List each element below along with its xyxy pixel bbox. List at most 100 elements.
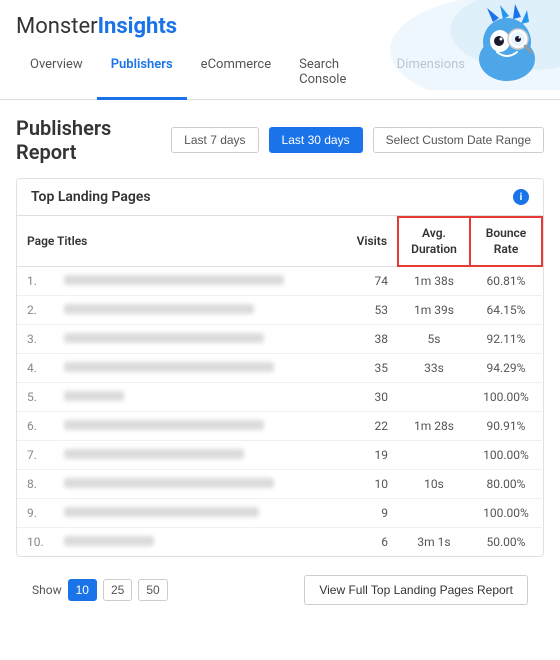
- duration-cell: 10s: [398, 470, 470, 499]
- logo: MonsterInsights: [16, 14, 177, 39]
- table-row: 1. 741m 38s60.81%: [17, 266, 542, 296]
- col-avg-duration: Avg. Duration: [398, 217, 470, 266]
- col-page-titles: Page Titles: [17, 217, 333, 266]
- visits-cell: 6: [333, 528, 398, 557]
- bounce-cell: 94.29%: [470, 354, 542, 383]
- visits-cell: 53: [333, 296, 398, 325]
- blurred-title: [64, 478, 274, 488]
- show-25-button[interactable]: 25: [103, 579, 132, 601]
- table-section-title: Top Landing Pages: [31, 189, 151, 205]
- show-50-button[interactable]: 50: [138, 579, 167, 601]
- col-visits: Visits: [333, 217, 398, 266]
- landing-pages-table: Page Titles Visits Avg. Duration Bounce …: [17, 216, 543, 556]
- blurred-title: [64, 275, 284, 285]
- row-number: 5.: [17, 383, 54, 412]
- page-title-cell: [54, 470, 333, 499]
- row-number: 7.: [17, 441, 54, 470]
- last-7-days-button[interactable]: Last 7 days: [171, 127, 258, 153]
- header: MonsterInsights: [0, 0, 560, 47]
- report-title: Publishers Report: [16, 116, 161, 164]
- custom-date-button[interactable]: Select Custom Date Range: [373, 127, 544, 153]
- blurred-title: [64, 333, 264, 343]
- row-number: 1.: [17, 266, 54, 296]
- visits-cell: 38: [333, 325, 398, 354]
- page-title-cell: [54, 266, 333, 296]
- row-number: 8.: [17, 470, 54, 499]
- table-row: 4. 3533s94.29%: [17, 354, 542, 383]
- bounce-cell: 92.11%: [470, 325, 542, 354]
- table-header-row: Page Titles Visits Avg. Duration Bounce …: [17, 217, 542, 266]
- nav-publishers[interactable]: Publishers: [97, 47, 187, 100]
- logo-monster: Monster: [16, 14, 98, 39]
- visits-cell: 10: [333, 470, 398, 499]
- col-bounce-rate: Bounce Rate: [470, 217, 542, 266]
- row-number: 10.: [17, 528, 54, 557]
- last-30-days-button[interactable]: Last 30 days: [269, 127, 363, 153]
- blurred-title: [64, 449, 244, 459]
- bounce-cell: 64.15%: [470, 296, 542, 325]
- table-row: 5. 30 100.00%: [17, 383, 542, 412]
- bounce-cell: 60.81%: [470, 266, 542, 296]
- report-header: Publishers Report Last 7 days Last 30 da…: [16, 116, 544, 164]
- mascot: [465, 4, 550, 84]
- page-title-cell: [54, 528, 333, 557]
- page-title-cell: [54, 441, 333, 470]
- page-title-cell: [54, 354, 333, 383]
- visits-cell: 35: [333, 354, 398, 383]
- visits-cell: 9: [333, 499, 398, 528]
- table-footer: Show 10 25 50 View Full Top Landing Page…: [16, 565, 544, 615]
- table-row: 10. 63m 1s50.00%: [17, 528, 542, 557]
- blurred-title: [64, 507, 259, 517]
- info-icon[interactable]: i: [513, 189, 529, 205]
- bounce-cell: 90.91%: [470, 412, 542, 441]
- page-title-cell: [54, 296, 333, 325]
- table-row: 8. 1010s80.00%: [17, 470, 542, 499]
- duration-cell: 1m 28s: [398, 412, 470, 441]
- duration-cell: [398, 383, 470, 412]
- table-section-header: Top Landing Pages i: [17, 179, 543, 216]
- visits-cell: 74: [333, 266, 398, 296]
- top-landing-pages-section: Top Landing Pages i Page Titles Visits A…: [16, 178, 544, 557]
- row-number: 6.: [17, 412, 54, 441]
- page-title-cell: [54, 383, 333, 412]
- visits-cell: 22: [333, 412, 398, 441]
- main-content: Publishers Report Last 7 days Last 30 da…: [0, 100, 560, 623]
- page-title-cell: [54, 412, 333, 441]
- table-row: 9. 9 100.00%: [17, 499, 542, 528]
- blurred-title: [64, 362, 274, 372]
- table-row: 7.19100.00%: [17, 441, 542, 470]
- duration-cell: [398, 499, 470, 528]
- view-full-report-button[interactable]: View Full Top Landing Pages Report: [304, 575, 528, 605]
- show-controls: Show 10 25 50: [32, 579, 168, 601]
- duration-cell: 1m 38s: [398, 266, 470, 296]
- page-title-cell: [54, 499, 333, 528]
- bounce-cell: 100.00%: [470, 383, 542, 412]
- blurred-title: [64, 536, 154, 546]
- duration-cell: [398, 441, 470, 470]
- row-number: 9.: [17, 499, 54, 528]
- visits-cell: 30: [333, 383, 398, 412]
- table-row: 3. 385s92.11%: [17, 325, 542, 354]
- logo-insights: Insights: [98, 14, 178, 39]
- mascot-svg: [465, 4, 550, 84]
- nav-overview[interactable]: Overview: [16, 47, 97, 100]
- duration-cell: 1m 39s: [398, 296, 470, 325]
- table-row: 2. 531m 39s64.15%: [17, 296, 542, 325]
- row-number: 4.: [17, 354, 54, 383]
- row-number: 2.: [17, 296, 54, 325]
- show-label-text: Show: [32, 583, 62, 597]
- bounce-cell: 100.00%: [470, 441, 542, 470]
- blurred-title: [64, 304, 254, 314]
- blurred-title: [64, 391, 124, 401]
- show-10-button[interactable]: 10: [68, 579, 97, 601]
- duration-cell: 5s: [398, 325, 470, 354]
- duration-cell: 3m 1s: [398, 528, 470, 557]
- duration-cell: 33s: [398, 354, 470, 383]
- nav-ecommerce[interactable]: eCommerce: [187, 47, 285, 100]
- blurred-title: [64, 420, 264, 430]
- bounce-cell: 80.00%: [470, 470, 542, 499]
- row-number: 3.: [17, 325, 54, 354]
- page-title-cell: [54, 325, 333, 354]
- bounce-cell: 50.00%: [470, 528, 542, 557]
- bounce-cell: 100.00%: [470, 499, 542, 528]
